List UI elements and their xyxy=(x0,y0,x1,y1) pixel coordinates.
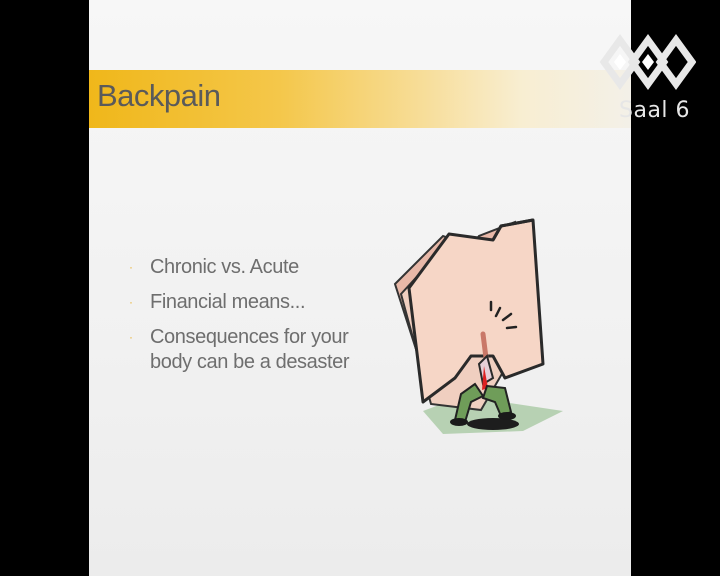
bullet-item: · Financial means... xyxy=(127,290,377,315)
bullet-list: · Chronic vs. Acute · Financial means...… xyxy=(127,255,377,385)
bullet-text: Chronic vs. Acute xyxy=(150,256,299,278)
bullet-text: Consequences for your body can be a desa… xyxy=(150,326,350,373)
title-bar: Backpain xyxy=(89,70,631,128)
bullet-icon: · xyxy=(129,295,133,309)
ccc-diamond-logo-icon xyxy=(599,34,696,90)
presentation-slide: Backpain · Chronic vs. Acute · Financial… xyxy=(89,0,631,576)
channel-label: Saal 6 xyxy=(619,98,691,123)
bullet-item: · Consequences for your body can be a de… xyxy=(127,325,377,375)
slide-title: Backpain xyxy=(97,78,221,113)
bullet-icon: · xyxy=(129,260,133,274)
folder-man-illustration xyxy=(393,218,563,434)
bullet-icon: · xyxy=(129,330,133,344)
bullet-text: Financial means... xyxy=(150,291,306,313)
bullet-item: · Chronic vs. Acute xyxy=(127,255,377,280)
